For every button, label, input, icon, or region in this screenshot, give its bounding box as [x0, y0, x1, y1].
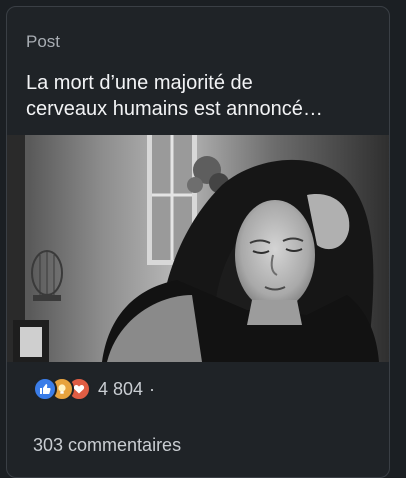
reactions-summary[interactable]: 4 804 ·	[33, 377, 156, 401]
post-type-label: Post	[26, 32, 61, 51]
like-icon	[33, 377, 57, 401]
post-image[interactable]	[7, 135, 389, 362]
separator-dot: ·	[149, 378, 156, 399]
post-title[interactable]: La mort d’une majorité de cerveaux humai…	[26, 70, 376, 122]
reaction-count: 4 804	[98, 378, 144, 399]
post-card[interactable]: Post La mort d’une majorité de cerveaux …	[6, 6, 390, 478]
comments-count-link[interactable]: 303 commentaires	[33, 435, 181, 456]
post-image-illustration	[7, 135, 389, 362]
